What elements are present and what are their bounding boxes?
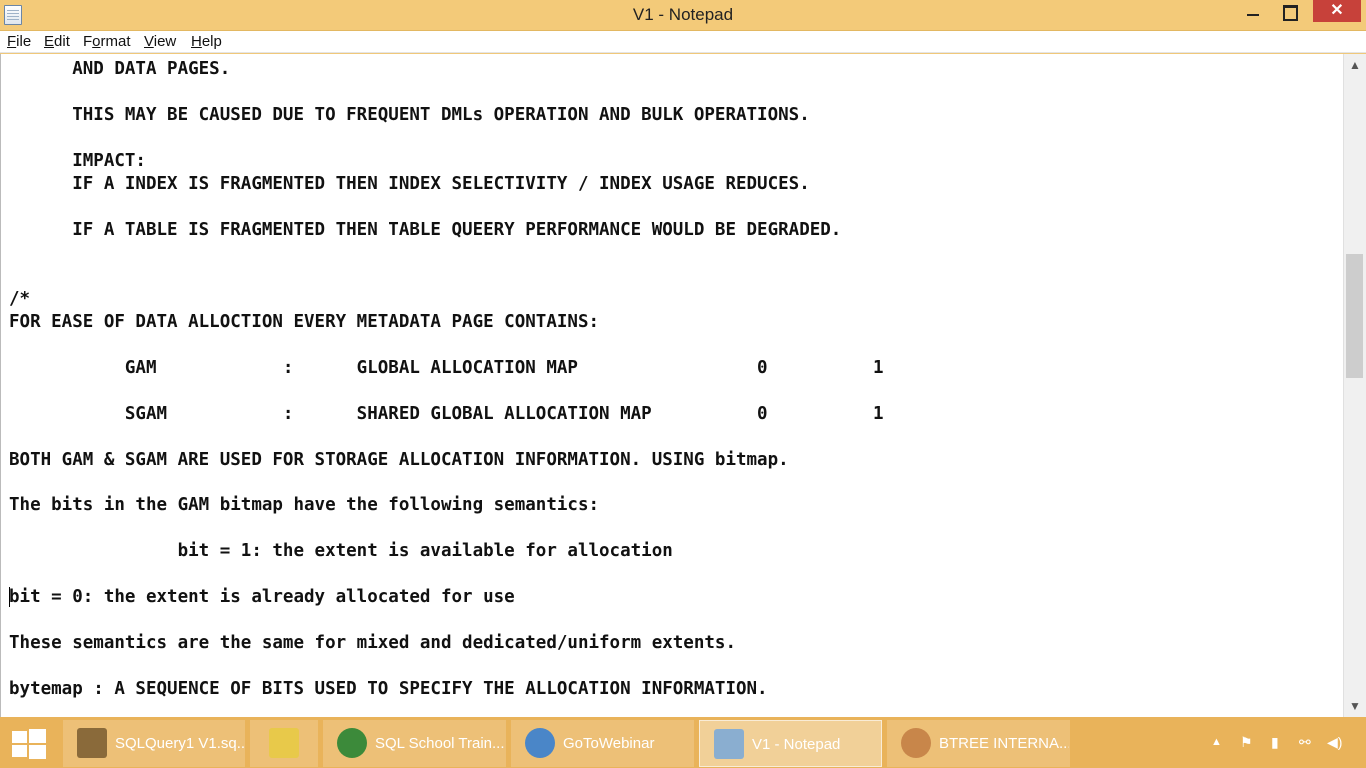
- editor-line: IF A INDEX IS FRAGMENTED THEN INDEX SELE…: [9, 174, 810, 194]
- taskbar-item-notepad[interactable]: V1 - Notepad: [699, 720, 882, 767]
- taskbar-item-chrome[interactable]: SQL School Train...: [323, 720, 506, 767]
- menu-format[interactable]: Format: [83, 33, 131, 50]
- windows-logo-icon: [12, 731, 27, 743]
- sql-tool-icon: [77, 728, 107, 758]
- vertical-scrollbar[interactable]: ▲ ▼: [1343, 54, 1366, 717]
- editor-line: These semantics are the same for mixed a…: [9, 633, 736, 653]
- taskbar-item-gotowebinar[interactable]: GoToWebinar: [511, 720, 694, 767]
- editor-line: The bits in the GAM bitmap have the foll…: [9, 495, 600, 515]
- maximize-button[interactable]: [1274, 0, 1304, 24]
- menu-edit[interactable]: Edit: [44, 33, 70, 50]
- battery-icon[interactable]: ▮: [1271, 734, 1279, 751]
- close-button[interactable]: ✕: [1313, 0, 1361, 22]
- editor-line: GAM : GLOBAL ALLOCATION MAP 0 1: [9, 358, 884, 378]
- start-button[interactable]: [12, 729, 46, 759]
- text-caret: [9, 587, 10, 607]
- editor-line: bit = 1: the extent is available for all…: [9, 541, 673, 561]
- editor-line: BOTH GAM & SGAM ARE USED FOR STORAGE ALL…: [9, 450, 789, 470]
- menu-bar: File Edit Format View Help: [0, 31, 1366, 53]
- minimize-button[interactable]: [1238, 0, 1268, 24]
- show-hidden-icons-icon[interactable]: ▲: [1211, 736, 1222, 748]
- menu-view[interactable]: View: [144, 33, 176, 50]
- scroll-thumb[interactable]: [1346, 254, 1363, 378]
- menu-help[interactable]: Help: [191, 33, 222, 50]
- taskbar-item-sqlquery[interactable]: SQLQuery1 V1.sq...: [63, 720, 245, 767]
- taskbar: SQLQuery1 V1.sq... SQL School Train... G…: [0, 717, 1366, 768]
- title-bar: V1 - Notepad ✕: [0, 0, 1366, 31]
- scroll-up-arrow-icon[interactable]: ▲: [1344, 54, 1366, 76]
- editor-line: AND DATA PAGES.: [9, 59, 231, 79]
- editor-line: IF A TABLE IS FRAGMENTED THEN TABLE QUEE…: [9, 220, 842, 240]
- menu-file[interactable]: File: [7, 33, 31, 50]
- scroll-down-arrow-icon[interactable]: ▼: [1344, 695, 1366, 717]
- editor-line: bytemap : A SEQUENCE OF BITS USED TO SPE…: [9, 679, 768, 699]
- network-icon[interactable]: ⚯: [1299, 734, 1311, 751]
- chrome-icon: [337, 728, 367, 758]
- editor-line: IMPACT:: [9, 151, 146, 171]
- editor-line: SGAM : SHARED GLOBAL ALLOCATION MAP 0 1: [9, 404, 884, 424]
- editor-line: /*: [9, 289, 31, 309]
- window-title: V1 - Notepad: [632, 5, 734, 24]
- editor-line: bit = 0: the extent is already allocated…: [9, 587, 515, 607]
- action-center-flag-icon[interactable]: ⚑: [1240, 734, 1253, 751]
- notepad-icon: [714, 729, 744, 759]
- taskbar-item-paint[interactable]: BTREE INTERNA...: [887, 720, 1070, 767]
- paint-icon: [901, 728, 931, 758]
- text-editor[interactable]: AND DATA PAGES. THIS MAY BE CAUSED DUE T…: [0, 54, 1343, 717]
- volume-icon[interactable]: ◀): [1327, 734, 1342, 751]
- file-explorer-icon: [269, 728, 299, 758]
- editor-line: FOR EASE OF DATA ALLOCTION EVERY METADAT…: [9, 312, 600, 332]
- editor-line: THIS MAY BE CAUSED DUE TO FREQUENT DMLs …: [9, 105, 810, 125]
- gotowebinar-icon: [525, 728, 555, 758]
- taskbar-item-file-explorer[interactable]: [250, 720, 318, 767]
